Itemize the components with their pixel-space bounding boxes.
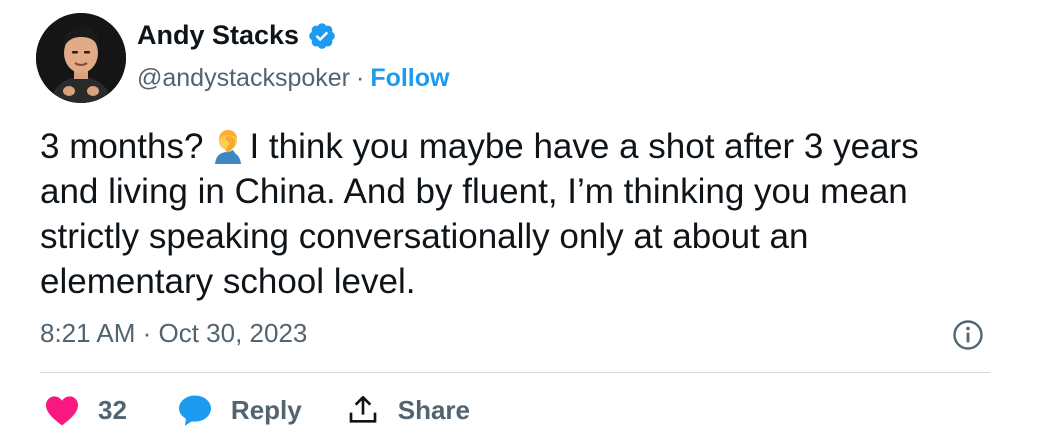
heart-icon (46, 396, 78, 426)
follow-button[interactable]: Follow (370, 64, 449, 93)
author-handle-row: @andystackspoker · Follow (137, 64, 449, 93)
tweet-line-3: strictly speaking conversationally only … (40, 217, 809, 256)
author-handle[interactable]: @andystackspoker (137, 64, 350, 93)
tweet-line-1-text: 3 months? (40, 127, 204, 166)
tweet-text: 3 months? I think you maybe have a shot … (40, 124, 1000, 304)
share-button[interactable]: Share (346, 394, 470, 426)
author-name-row: Andy Stacks (137, 20, 337, 51)
info-icon[interactable] (951, 318, 985, 352)
avatar[interactable] (36, 13, 126, 103)
tweet-line-1: 3 months? I think you maybe have a shot … (40, 124, 1000, 169)
tweet-line-4: elementary school level. (40, 262, 416, 301)
tweet-line-1b-text: I think you maybe have a shot after 3 ye… (249, 127, 919, 166)
divider (40, 372, 990, 373)
like-count: 32 (98, 394, 127, 425)
person-facepalming-emoji (215, 130, 242, 164)
tweet-timestamp[interactable]: 8:21 AM · Oct 30, 2023 (40, 318, 307, 349)
avatar-image (36, 13, 126, 103)
verified-badge-icon (309, 22, 335, 49)
share-icon (349, 396, 377, 423)
reply-label: Reply (230, 394, 302, 425)
share-label: Share (397, 394, 470, 425)
like-button[interactable]: 32 (44, 394, 177, 426)
tweet-actions: 32 Reply Share (44, 388, 470, 432)
handle-separator: · (355, 64, 365, 92)
tweet-line-2: and living in China. And by fluent, I’m … (40, 172, 908, 211)
reply-bubble-icon (178, 395, 211, 426)
author-name[interactable]: Andy Stacks (137, 20, 299, 51)
reply-button[interactable]: Reply (177, 394, 346, 426)
